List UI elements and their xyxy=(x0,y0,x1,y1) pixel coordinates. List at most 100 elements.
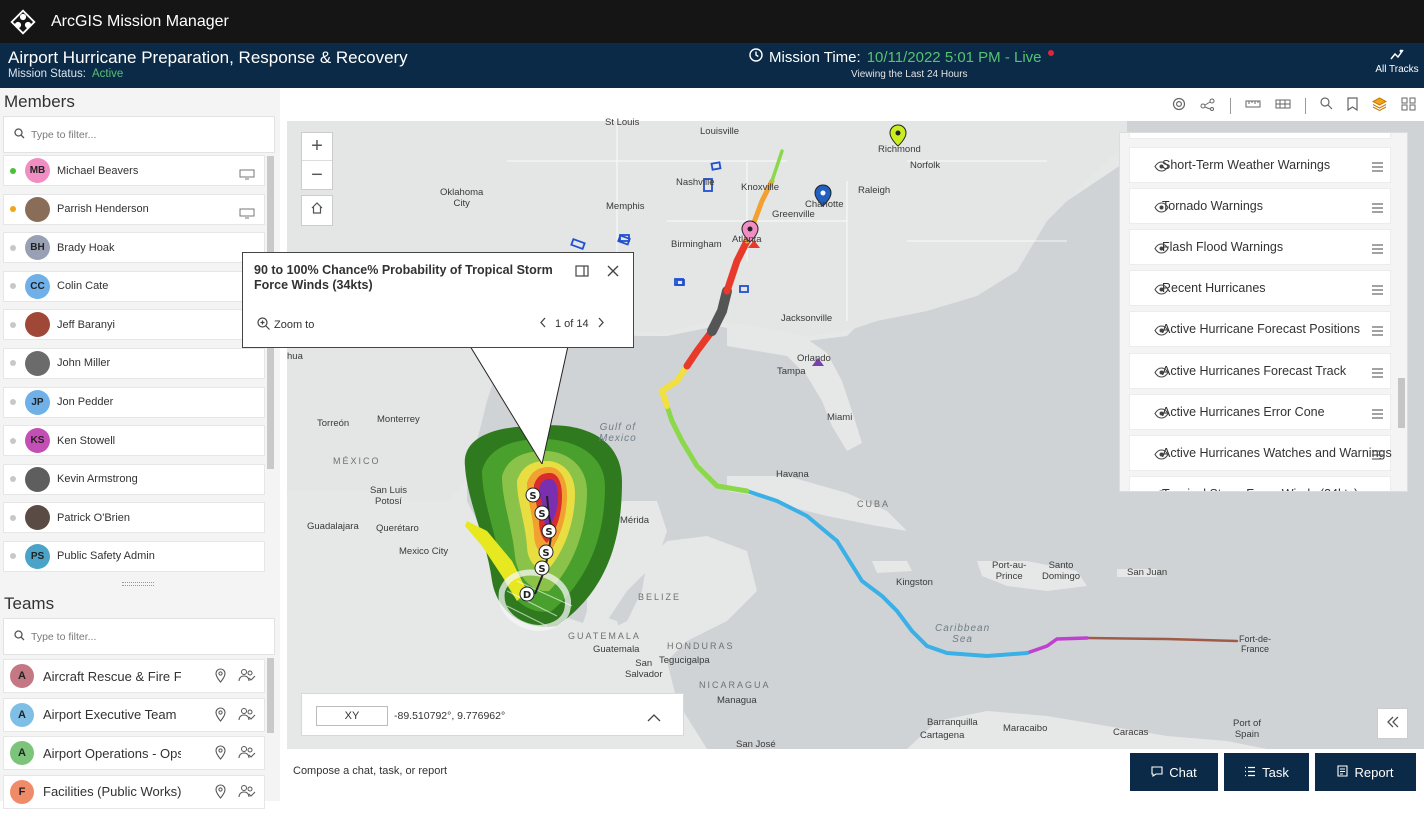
layer-options-icon[interactable] xyxy=(1371,323,1384,341)
home-button[interactable] xyxy=(301,195,333,226)
bookmark-icon[interactable] xyxy=(1347,96,1358,116)
team-members-icon[interactable] xyxy=(238,707,256,727)
visibility-eye-icon[interactable] xyxy=(1154,447,1169,465)
member-row[interactable]: John Miller xyxy=(3,347,265,379)
team-row[interactable]: A Aircraft Rescue & Fire Fi... xyxy=(3,659,265,693)
teams-scrollbar[interactable] xyxy=(267,658,274,733)
report-button[interactable]: Report xyxy=(1315,753,1416,791)
team-row[interactable]: A Airport Executive Team xyxy=(3,697,265,732)
team-row[interactable]: A Airport Operations - Ops xyxy=(3,736,265,770)
layers-icon[interactable] xyxy=(1371,96,1388,116)
member-row[interactable]: KS Ken Stowell xyxy=(3,425,265,457)
status-dot xyxy=(10,476,16,483)
visibility-eye-icon[interactable] xyxy=(1154,406,1169,424)
dock-icon[interactable] xyxy=(575,264,589,282)
location-pin-icon[interactable] xyxy=(215,745,226,765)
visibility-eye-icon[interactable] xyxy=(1154,200,1169,218)
label-greenville: Greenville xyxy=(772,209,815,220)
team-members-icon[interactable] xyxy=(238,745,256,765)
chat-icon xyxy=(1151,765,1163,780)
layer-item[interactable]: Active Hurricanes Forecast Track xyxy=(1129,353,1391,389)
layer-item[interactable]: Recent Hurricanes xyxy=(1129,270,1391,306)
layer-item[interactable]: Short-Term Weather Warnings xyxy=(1129,147,1391,183)
visibility-eye-icon[interactable] xyxy=(1154,241,1169,259)
member-row[interactable]: CC Colin Cate xyxy=(3,270,265,302)
basemap-icon[interactable] xyxy=(1275,97,1291,115)
zoom-out-button[interactable]: − xyxy=(302,161,332,189)
label-honduras: HONDURAS xyxy=(667,641,735,651)
layer-item[interactable]: Tornado Warnings xyxy=(1129,188,1391,224)
layer-options-icon[interactable] xyxy=(1371,406,1384,424)
layer-options-icon[interactable] xyxy=(1371,159,1384,177)
layer-list-scrollbar[interactable] xyxy=(1398,378,1405,428)
mission-status-label: Mission Status: xyxy=(8,68,86,80)
layer-options-icon[interactable] xyxy=(1371,200,1384,218)
close-icon[interactable] xyxy=(607,264,619,282)
layer-options-icon[interactable] xyxy=(1371,447,1384,465)
popup-zoom-to-button[interactable]: Zoom to xyxy=(257,317,314,333)
label-maracaibo: Maracaibo xyxy=(1003,723,1048,734)
search-icon[interactable] xyxy=(1320,97,1333,115)
label-tegucigalpa: Tegucigalpa xyxy=(659,655,710,666)
member-row[interactable]: MB Michael Beavers xyxy=(3,155,265,186)
member-row[interactable]: Kevin Armstrong xyxy=(3,463,265,495)
team-avatar: F xyxy=(10,779,34,804)
collapse-panel-button[interactable] xyxy=(1377,708,1408,739)
member-row[interactable]: Patrick O'Brien xyxy=(3,502,265,534)
visibility-eye-icon[interactable] xyxy=(1154,488,1169,491)
member-row[interactable]: BH Brady Hoak xyxy=(3,232,265,264)
member-name: Michael Beavers xyxy=(57,164,139,177)
team-row[interactable]: F Facilities (Public Works) xyxy=(3,774,265,809)
member-row[interactable]: Parrish Henderson xyxy=(3,193,265,225)
visibility-eye-icon[interactable] xyxy=(1154,365,1169,383)
label-merida: Mérida xyxy=(620,515,650,526)
task-label: Task xyxy=(1262,764,1289,780)
panel-resize-handle[interactable] xyxy=(122,582,154,586)
visibility-eye-icon[interactable] xyxy=(1154,323,1169,341)
avatar xyxy=(25,505,50,531)
layer-item[interactable] xyxy=(1129,133,1391,139)
layer-item[interactable]: Active Hurricanes Watches and Warnings xyxy=(1129,435,1392,471)
layer-item[interactable]: Active Hurricane Forecast Positions xyxy=(1129,311,1391,347)
chat-button[interactable]: Chat xyxy=(1130,753,1218,791)
avatar: BH xyxy=(25,235,50,261)
locate-icon[interactable] xyxy=(1172,97,1186,116)
layer-options-icon[interactable] xyxy=(1371,365,1384,383)
share-icon[interactable] xyxy=(1200,97,1216,116)
all-tracks-button[interactable]: All Tracks xyxy=(1372,49,1422,75)
layer-options-icon[interactable] xyxy=(1371,488,1384,491)
chevron-up-icon[interactable] xyxy=(647,709,661,727)
chat-label: Chat xyxy=(1169,764,1197,780)
layer-name: Short-Term Weather Warnings xyxy=(1162,158,1331,172)
location-pin-icon[interactable] xyxy=(215,668,226,688)
teams-filter-input[interactable]: Type to filter... xyxy=(3,618,275,655)
members-list: MB Michael Beavers Parrish Henderson BH Brad… xyxy=(3,155,265,580)
member-row[interactable]: JP Jon Pedder xyxy=(3,386,265,418)
team-members-icon[interactable] xyxy=(238,668,256,688)
layer-item[interactable]: Flash Flood Warnings xyxy=(1129,229,1391,265)
measure-icon[interactable] xyxy=(1245,97,1261,115)
teams-list: A Aircraft Rescue & Fire Fi... A Airport Ex… xyxy=(3,659,265,813)
layer-options-icon[interactable] xyxy=(1371,241,1384,259)
visibility-eye-icon[interactable] xyxy=(1154,159,1169,177)
compose-prompt[interactable]: Compose a chat, task, or report xyxy=(293,765,447,777)
layer-options-icon[interactable] xyxy=(1371,282,1384,300)
task-button[interactable]: Task xyxy=(1224,753,1309,791)
member-row[interactable]: PS Public Safety Admin xyxy=(3,540,265,572)
member-row[interactable]: Jeff Baranyi xyxy=(3,309,265,341)
layer-item[interactable]: Tropical Storm Force Winds (34kts) xyxy=(1129,476,1391,491)
search-icon xyxy=(14,629,25,644)
coordinate-mode-select[interactable]: XY xyxy=(316,706,388,726)
next-icon[interactable] xyxy=(597,317,605,331)
layer-item[interactable]: Active Hurricanes Error Cone xyxy=(1129,394,1391,430)
members-filter-input[interactable]: Type to filter... xyxy=(3,116,275,153)
label-caribbean-sea: Caribbean Sea xyxy=(935,623,991,645)
location-pin-icon[interactable] xyxy=(215,706,226,727)
label-cuba: CUBA xyxy=(857,499,891,509)
status-dot xyxy=(10,244,16,251)
mission-time-range: Viewing the Last 24 Hours xyxy=(851,69,968,80)
visibility-eye-icon[interactable] xyxy=(1154,282,1169,300)
zoom-in-button[interactable]: + xyxy=(302,133,332,161)
previous-icon[interactable] xyxy=(539,317,547,331)
legend-icon[interactable] xyxy=(1401,97,1416,116)
